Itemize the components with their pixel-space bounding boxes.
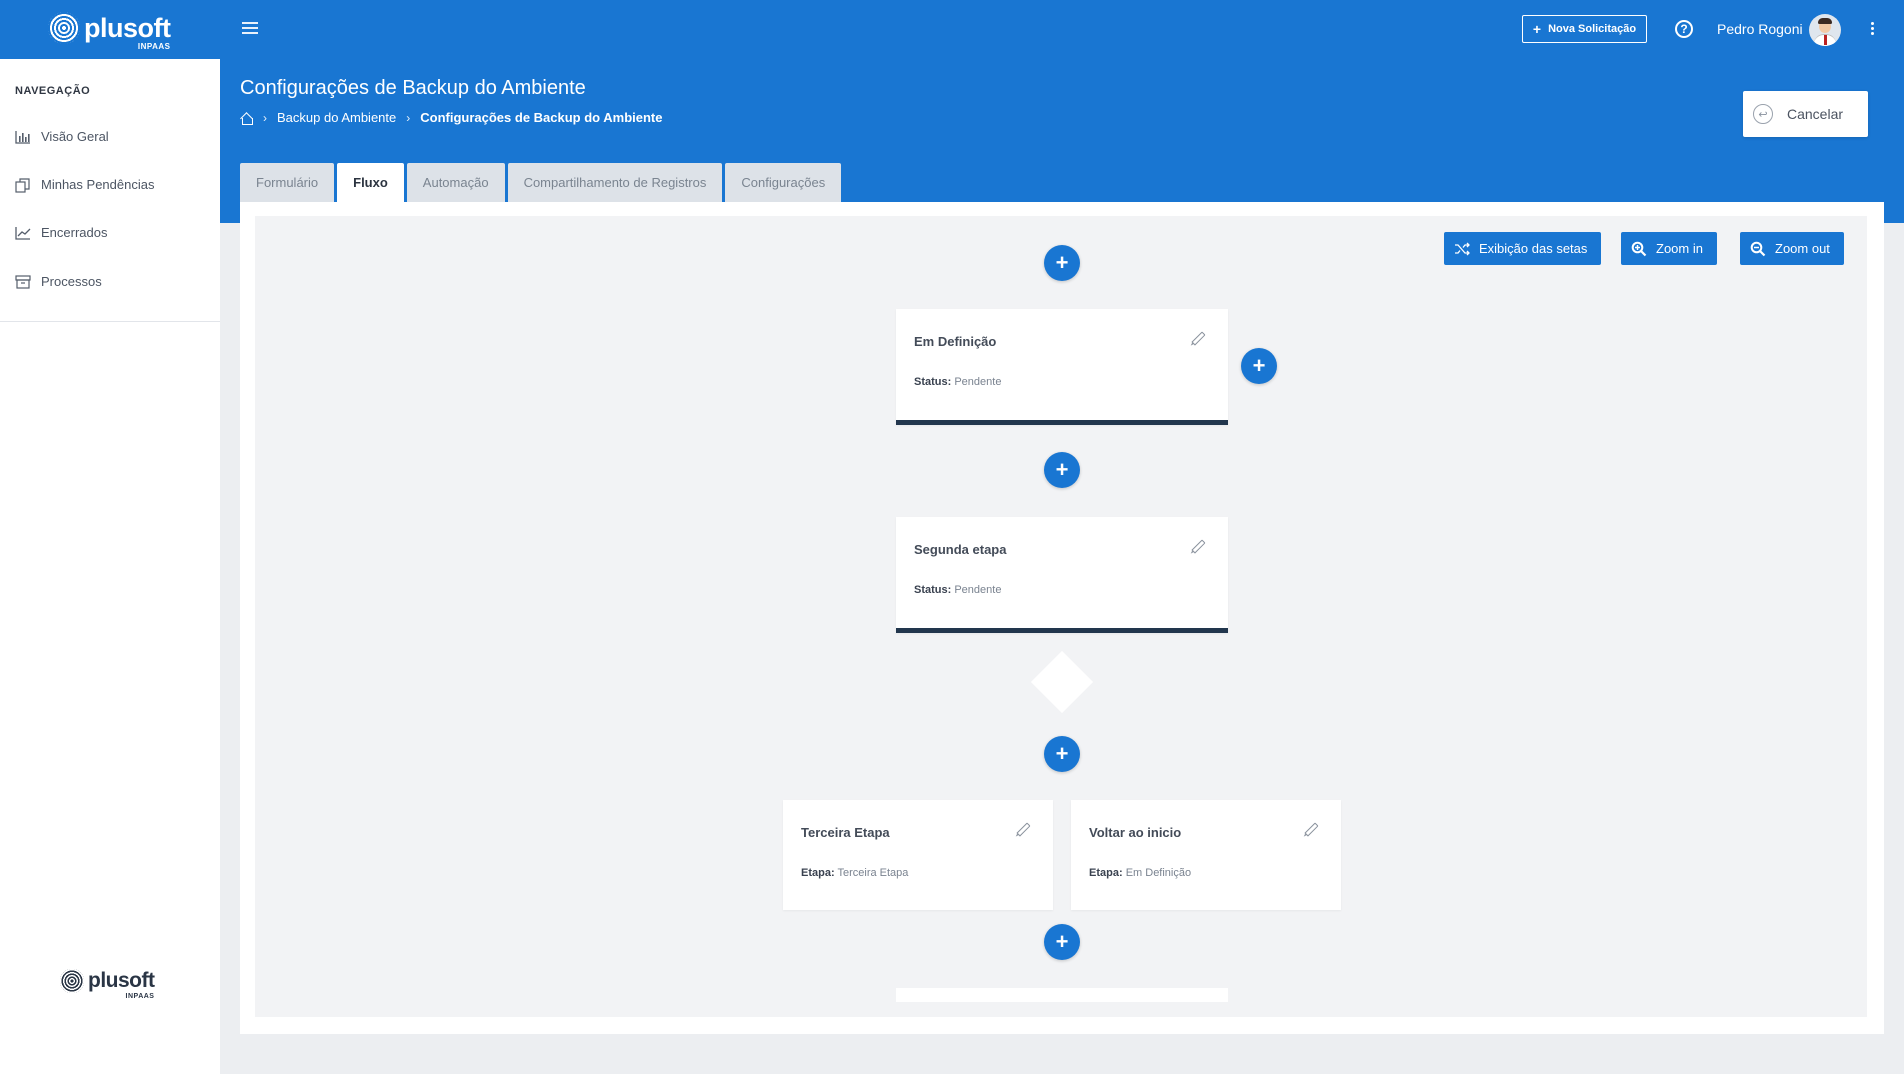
cancel-button[interactable]: ↩ Cancelar <box>1743 91 1868 137</box>
edit-pencil-icon[interactable] <box>1190 331 1206 347</box>
new-request-button[interactable]: + Nova Solicitação <box>1522 15 1647 43</box>
sidebar-item-label: Processos <box>41 274 102 289</box>
node-meta: Etapa: Em Definição <box>1089 867 1191 879</box>
zoom-in-label: Zoom in <box>1656 241 1703 256</box>
add-branch-button[interactable]: + <box>1241 348 1277 384</box>
sidebar-item-processos[interactable]: Processos <box>15 274 102 289</box>
user-name[interactable]: Pedro Rogoni <box>1717 21 1803 37</box>
logo-text: plusoft <box>84 13 171 43</box>
zoom-in-icon <box>1631 241 1647 257</box>
avatar[interactable] <box>1809 14 1841 46</box>
tab-compartilhamento[interactable]: Compartilhamento de Registros <box>507 163 723 202</box>
sidebar-item-encerrados[interactable]: Encerrados <box>15 225 107 240</box>
bar-chart-icon <box>15 130 31 144</box>
flow-node-partial[interactable] <box>896 988 1228 1002</box>
new-request-label: Nova Solicitação <box>1548 23 1637 35</box>
chevron-right-icon: › <box>263 110 267 125</box>
plusoft-logo[interactable]: plusoft INPAAS <box>48 12 171 51</box>
cancel-label: Cancelar <box>1787 106 1844 122</box>
sidebar-divider <box>0 321 220 322</box>
tab-configuracoes[interactable]: Configurações <box>725 163 842 202</box>
tab-automacao[interactable]: Automação <box>406 163 505 202</box>
logo-text: plusoft <box>88 969 155 992</box>
plus-icon: + <box>1532 21 1542 37</box>
tab-fluxo[interactable]: Fluxo <box>337 163 404 202</box>
logo-subtext: INPAAS <box>137 42 171 51</box>
arrows-display-button[interactable]: Exibição das setas <box>1444 232 1602 265</box>
help-icon[interactable]: ? <box>1675 20 1693 38</box>
node-meta: Etapa: Terceira Etapa <box>801 867 908 879</box>
edit-pencil-icon[interactable] <box>1303 822 1319 838</box>
node-meta-value: Pendente <box>954 376 1002 388</box>
flow-node-terceira-etapa[interactable]: Terceira Etapa Etapa: Terceira Etapa <box>783 800 1053 910</box>
arrows-display-label: Exibição das setas <box>1479 241 1588 256</box>
undo-icon: ↩ <box>1753 104 1773 124</box>
node-meta: Status: Pendente <box>914 584 1001 596</box>
line-chart-icon <box>15 226 31 240</box>
more-options-icon[interactable] <box>1871 22 1875 37</box>
node-meta-value: Em Definição <box>1125 867 1192 879</box>
node-meta-key: Status: <box>914 376 952 388</box>
fingerprint-logo-icon <box>60 969 84 993</box>
flow-node-segunda-etapa[interactable]: Segunda etapa Status: Pendente <box>896 517 1228 633</box>
copy-icon <box>15 177 31 193</box>
shuffle-icon <box>1454 241 1470 257</box>
logo-subtext: INPAAS <box>125 993 155 1000</box>
tab-bar: Formulário Fluxo Automação Compartilhame… <box>240 163 842 202</box>
chevron-right-icon: › <box>406 110 411 125</box>
node-meta: Status: Pendente <box>914 376 1001 388</box>
flow-node-voltar-ao-inicio[interactable]: Voltar ao inicio Etapa: Em Definição <box>1071 800 1341 910</box>
node-meta-value: Pendente <box>954 584 1002 596</box>
edit-pencil-icon[interactable] <box>1190 539 1206 555</box>
add-step-button[interactable]: + <box>1044 245 1080 281</box>
sidebar-logo: plusoft INPAAS <box>60 969 155 1000</box>
add-step-button[interactable]: + <box>1044 924 1080 960</box>
sidebar-item-minhas-pendencias[interactable]: Minhas Pendências <box>15 177 155 193</box>
sidebar-item-label: Encerrados <box>41 225 108 240</box>
node-title: Voltar ao inicio <box>1089 825 1182 840</box>
sidebar-item-label: Minhas Pendências <box>41 177 155 192</box>
fingerprint-logo-icon <box>48 12 80 44</box>
archive-icon <box>15 274 31 289</box>
sidebar-item-visao-geral[interactable]: Visão Geral <box>15 129 109 144</box>
node-meta-key: Etapa: <box>1089 867 1123 879</box>
tab-formulario[interactable]: Formulário <box>240 163 335 202</box>
sidebar-item-label: Visão Geral <box>41 129 109 144</box>
breadcrumb: › Backup do Ambiente › Configurações de … <box>240 110 662 125</box>
breadcrumb-current: Configurações de Backup do Ambiente <box>420 110 663 125</box>
node-meta-key: Etapa: <box>801 867 835 879</box>
node-title: Terceira Etapa <box>801 825 890 840</box>
add-step-button[interactable]: + <box>1044 736 1080 772</box>
zoom-out-icon <box>1750 241 1766 257</box>
node-meta-key: Status: <box>914 584 952 596</box>
node-title: Em Definição <box>914 334 997 349</box>
zoom-in-button[interactable]: Zoom in <box>1621 232 1717 265</box>
flow-node-em-definicao[interactable]: Em Definição Status: Pendente <box>896 309 1228 425</box>
zoom-out-button[interactable]: Zoom out <box>1740 232 1844 265</box>
breadcrumb-link[interactable]: Backup do Ambiente <box>277 110 396 125</box>
zoom-out-label: Zoom out <box>1775 241 1830 256</box>
node-meta-value: Terceira Etapa <box>837 867 909 879</box>
node-title: Segunda etapa <box>914 542 1007 557</box>
home-icon[interactable] <box>240 112 253 125</box>
edit-pencil-icon[interactable] <box>1015 822 1031 838</box>
add-step-button[interactable]: + <box>1044 452 1080 488</box>
nav-header: NAVEGAÇÃO <box>15 85 91 97</box>
menu-toggle-icon[interactable] <box>242 22 258 36</box>
top-bar: plusoft INPAAS + Nova Solicitação ? Pedr… <box>0 0 1904 59</box>
sidebar: NAVEGAÇÃO Visão Geral Minhas Pendências … <box>0 59 220 1074</box>
page-title: Configurações de Backup do Ambiente <box>240 77 586 99</box>
